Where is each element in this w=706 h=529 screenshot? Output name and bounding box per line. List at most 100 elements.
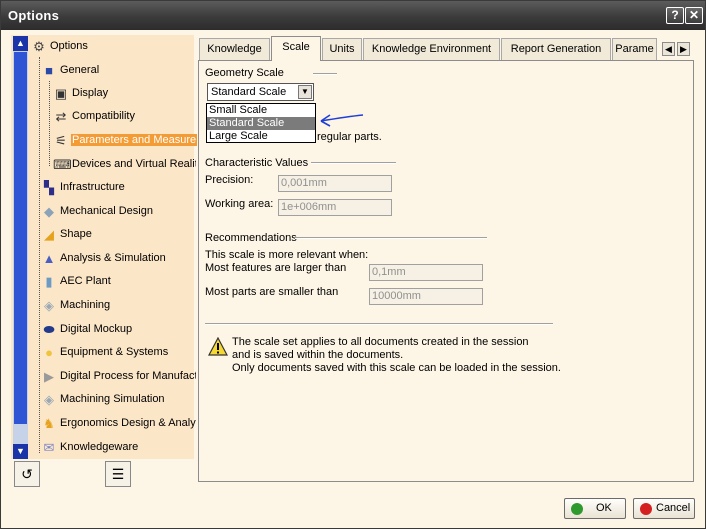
tab-knowledge-environment[interactable]: Knowledge Environment — [363, 38, 500, 60]
cancel-icon — [640, 503, 652, 515]
tree-item-label: Devices and Virtual Realit — [72, 158, 196, 170]
tab-units[interactable]: Units — [322, 38, 362, 60]
features-larger-label: Most features are larger than — [205, 262, 347, 274]
working-area-label: Working area: — [205, 198, 274, 210]
notice-line-1: The scale set applies to all documents c… — [232, 336, 529, 348]
precision-field: 0,001mm — [278, 175, 392, 192]
tree-item-compatibility[interactable]: ⇄ Compatibility — [53, 108, 196, 126]
tree-item-mechanical-design[interactable]: ◆ Mechanical Design — [41, 203, 196, 221]
tree-item-analysis-and-simulation[interactable]: ▲ Analysis & Simulation — [41, 250, 196, 268]
dropdown-arrow-icon[interactable]: ▼ — [298, 85, 312, 99]
tab-scroll-left-icon[interactable]: ◀ — [662, 42, 675, 56]
ok-button[interactable]: OK — [564, 498, 626, 519]
recommendations-intro: This scale is more relevant when: — [205, 249, 369, 261]
tree-item-label: Infrastructure — [60, 181, 125, 193]
equipment-icon: ● — [45, 345, 53, 360]
geometry-scale-description: regular parts. — [317, 131, 382, 143]
geometry-scale-title: Geometry Scale — [205, 67, 284, 79]
reset-options-icon[interactable]: ↺ — [14, 461, 40, 487]
tree-item-label: Parameters and Measure — [71, 134, 198, 146]
notice-line-3: Only documents saved with this scale can… — [232, 362, 561, 374]
devices-icon: ⌨ — [53, 157, 72, 172]
scroll-up-arrow-icon[interactable]: ▲ — [13, 36, 28, 51]
tree-item-ergonomics-design-and-analysis[interactable]: ♞ Ergonomics Design & Analys — [41, 415, 196, 433]
tree-item-digital-process-for-manufacturing[interactable]: ▶ Digital Process for Manufact — [41, 368, 196, 386]
tree-item-machining-simulation[interactable]: ◈ Machining Simulation — [41, 391, 196, 409]
shape-icon: ◢ — [44, 227, 54, 242]
geometry-scale-selected-value: Standard Scale — [211, 86, 287, 98]
analysis-icon: ▲ — [42, 251, 56, 266]
tree-root-icon: ⚙ — [33, 39, 45, 54]
tree-item-label: Shape — [60, 228, 92, 240]
tab-parameters-partial[interactable]: Parame — [612, 38, 657, 60]
help-button[interactable]: ? — [666, 7, 684, 24]
compatibility-icon: ⇄ — [55, 109, 67, 124]
tree-item-label: Digital Mockup — [60, 323, 133, 335]
recommendations-title: Recommendations — [205, 232, 297, 244]
parts-smaller-label: Most parts are smaller than — [205, 286, 339, 298]
scale-option-standard[interactable]: Standard Scale — [207, 117, 315, 130]
ok-button-label: OK — [596, 502, 612, 514]
tree-item-digital-mockup[interactable]: ⬬ Digital Mockup — [41, 321, 196, 339]
knowledgeware-icon: ✉ — [43, 440, 55, 455]
tree-item-display[interactable]: ▣ Display — [53, 85, 196, 103]
features-larger-field: 0,1mm — [369, 264, 483, 281]
tree-item-aec-plant[interactable]: ▮ AEC Plant — [41, 273, 196, 291]
tree-item-label: Analysis & Simulation — [60, 252, 166, 264]
tree-item-label: Display — [72, 87, 109, 99]
general-icon: ■ — [45, 63, 53, 78]
close-button[interactable]: ✕ — [685, 7, 703, 24]
tab-scroll-right-icon[interactable]: ▶ — [677, 42, 690, 56]
tree-root-options[interactable]: ⚙ Options — [31, 38, 196, 56]
tree-item-knowledgeware[interactable]: ✉ Knowledgeware — [41, 439, 196, 457]
machining-icon: ◈ — [44, 298, 54, 313]
scroll-thumb[interactable] — [14, 52, 27, 424]
tree-item-label: AEC Plant — [60, 275, 111, 287]
tree-item-label: Digital Process for Manufact — [60, 370, 196, 382]
tree-item-label: Machining Simulation — [60, 393, 165, 405]
ergonomics-icon: ♞ — [43, 416, 55, 431]
working-area-field: 1e+006mm — [278, 199, 392, 216]
machining-simulation-icon: ◈ — [44, 392, 54, 407]
digital-process-icon: ▶ — [44, 369, 54, 384]
tree-item-general[interactable]: ■ General — [41, 62, 196, 80]
scale-option-small[interactable]: Small Scale — [207, 104, 315, 117]
mechanical-design-icon: ◆ — [44, 204, 54, 219]
list-options-icon[interactable]: ☰ — [105, 461, 131, 487]
tree-item-machining[interactable]: ◈ Machining — [41, 297, 196, 315]
aec-plant-icon: ▮ — [45, 274, 53, 289]
tab-knowledge[interactable]: Knowledge — [199, 38, 270, 60]
section-divider — [205, 323, 553, 325]
tree-item-label: Knowledgeware — [60, 441, 139, 453]
tree-item-label: Ergonomics Design & Analys — [60, 417, 196, 429]
tree-item-devices-and-virtual-reality[interactable]: ⌨ Devices and Virtual Realit — [53, 156, 196, 174]
title-bar[interactable]: Options ? ✕ — [1, 1, 705, 30]
group-divider — [311, 162, 396, 164]
ok-icon — [571, 503, 583, 515]
scroll-down-arrow-icon[interactable]: ▼ — [13, 444, 28, 459]
options-dialog: Options ? ✕ ▲ ▼ ⚙ Options ■ General ▣ Di… — [0, 0, 706, 529]
digital-mockup-icon: ⬬ — [43, 322, 55, 337]
tree-item-parameters-and-measure[interactable]: ⚟ Parameters and Measure — [53, 132, 198, 150]
warning-icon — [208, 337, 228, 356]
scale-option-large[interactable]: Large Scale — [207, 130, 315, 143]
notice-line-2: and is saved within the documents. — [232, 349, 404, 361]
tree-scrollbar[interactable]: ▲ ▼ — [13, 36, 28, 459]
precision-label: Precision: — [205, 174, 254, 186]
display-icon: ▣ — [54, 86, 68, 101]
geometry-scale-dropdown-list[interactable]: Small Scale Standard Scale Large Scale — [206, 103, 316, 143]
tree-item-shape[interactable]: ◢ Shape — [41, 226, 196, 244]
group-divider — [295, 237, 487, 239]
tree-item-infrastructure[interactable]: ▚ Infrastructure — [41, 179, 196, 197]
parts-smaller-field: 10000mm — [369, 288, 483, 305]
infrastructure-icon: ▚ — [44, 180, 54, 195]
characteristic-values-title: Characteristic Values — [205, 157, 309, 169]
geometry-scale-select[interactable]: Standard Scale ▼ — [207, 83, 314, 101]
tree-item-label: Options — [50, 40, 88, 52]
tab-scale[interactable]: Scale — [271, 36, 321, 61]
tree-item-equipment-and-systems[interactable]: ● Equipment & Systems — [41, 344, 196, 362]
tab-report-generation[interactable]: Report Generation — [501, 38, 611, 60]
parameters-icon: ⚟ — [55, 133, 67, 148]
cancel-button[interactable]: Cancel — [633, 498, 695, 519]
tree-item-label: Equipment & Systems — [60, 346, 169, 358]
